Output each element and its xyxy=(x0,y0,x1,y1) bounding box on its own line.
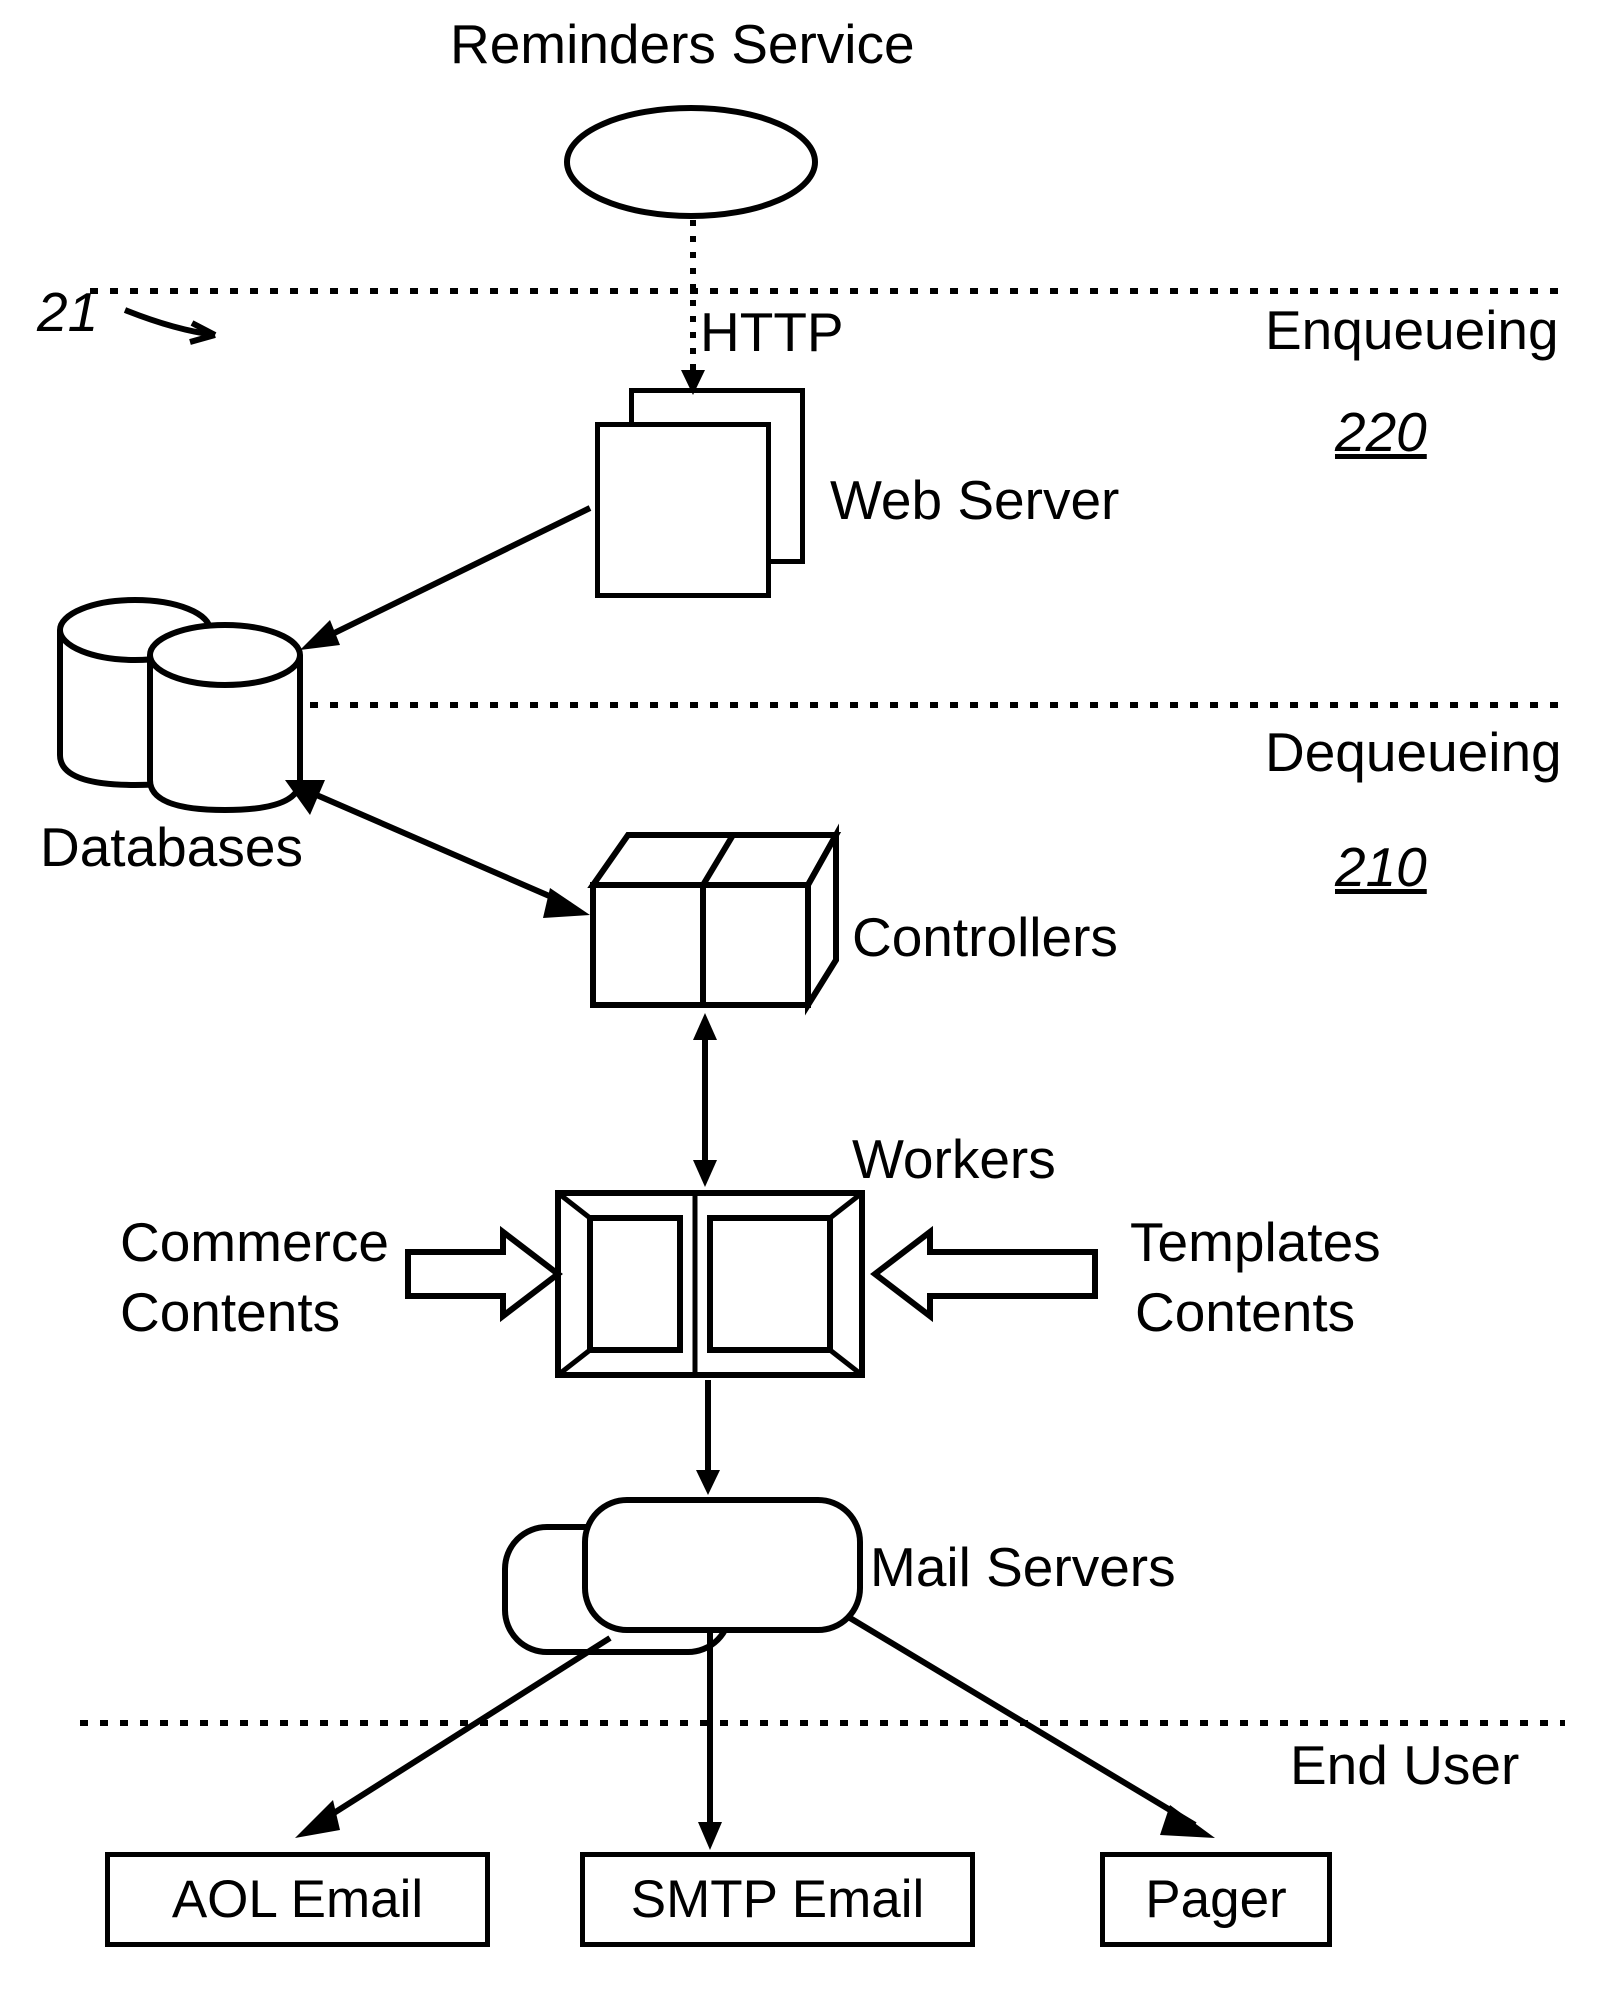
ref-marker-21: 21 xyxy=(37,280,98,344)
node-label-templates-l1: Templates xyxy=(1130,1210,1381,1274)
arrow-workers-mailservers xyxy=(693,1380,723,1500)
arrow-controllers-workers xyxy=(690,1010,720,1190)
arrow-mail-smtp xyxy=(695,1632,725,1854)
output-label-aol: AOL Email xyxy=(172,1869,423,1930)
block-arrow-templates xyxy=(870,1230,1100,1318)
arrow-databases-controllers xyxy=(275,765,605,935)
aol-email-box: AOL Email xyxy=(105,1852,490,1947)
section-label-dequeueing: Dequeueing xyxy=(1265,720,1562,784)
arrow-client-webserver xyxy=(678,220,708,400)
section-label-enqueueing: Enqueueing xyxy=(1265,298,1559,362)
arrow-mail-pager xyxy=(840,1610,1230,1855)
client-node xyxy=(562,103,820,221)
node-label-templates-l2: Contents xyxy=(1135,1280,1355,1344)
section-line-1 xyxy=(90,286,1565,296)
node-label-controllers: Controllers xyxy=(852,905,1118,969)
node-label-mailservers: Mail Servers xyxy=(870,1535,1176,1599)
arrow-mail-aol xyxy=(285,1630,625,1855)
node-label-webserver: Web Server xyxy=(830,468,1119,532)
node-label-databases: Databases xyxy=(40,815,303,879)
diagram-title: Reminders Service xyxy=(450,12,915,76)
node-label-commerce-l1: Commerce xyxy=(120,1210,389,1274)
block-arrow-commerce xyxy=(408,1230,563,1318)
webserver-node-front xyxy=(595,422,771,598)
section-line-2 xyxy=(310,700,1565,710)
node-label-commerce-l2: Contents xyxy=(120,1280,340,1344)
node-label-http: HTTP xyxy=(700,300,844,364)
output-label-smtp: SMTP Email xyxy=(631,1869,925,1930)
section-ref-210: 210 xyxy=(1335,835,1427,899)
node-label-workers: Workers xyxy=(852,1127,1056,1191)
arrow-webserver-databases xyxy=(290,500,610,660)
output-label-pager: Pager xyxy=(1145,1869,1286,1930)
smtp-email-box: SMTP Email xyxy=(580,1852,975,1947)
pager-box: Pager xyxy=(1100,1852,1332,1947)
section-label-enduser: End User xyxy=(1290,1733,1519,1797)
workers-node xyxy=(555,1190,865,1378)
section-ref-220: 220 xyxy=(1335,400,1427,464)
